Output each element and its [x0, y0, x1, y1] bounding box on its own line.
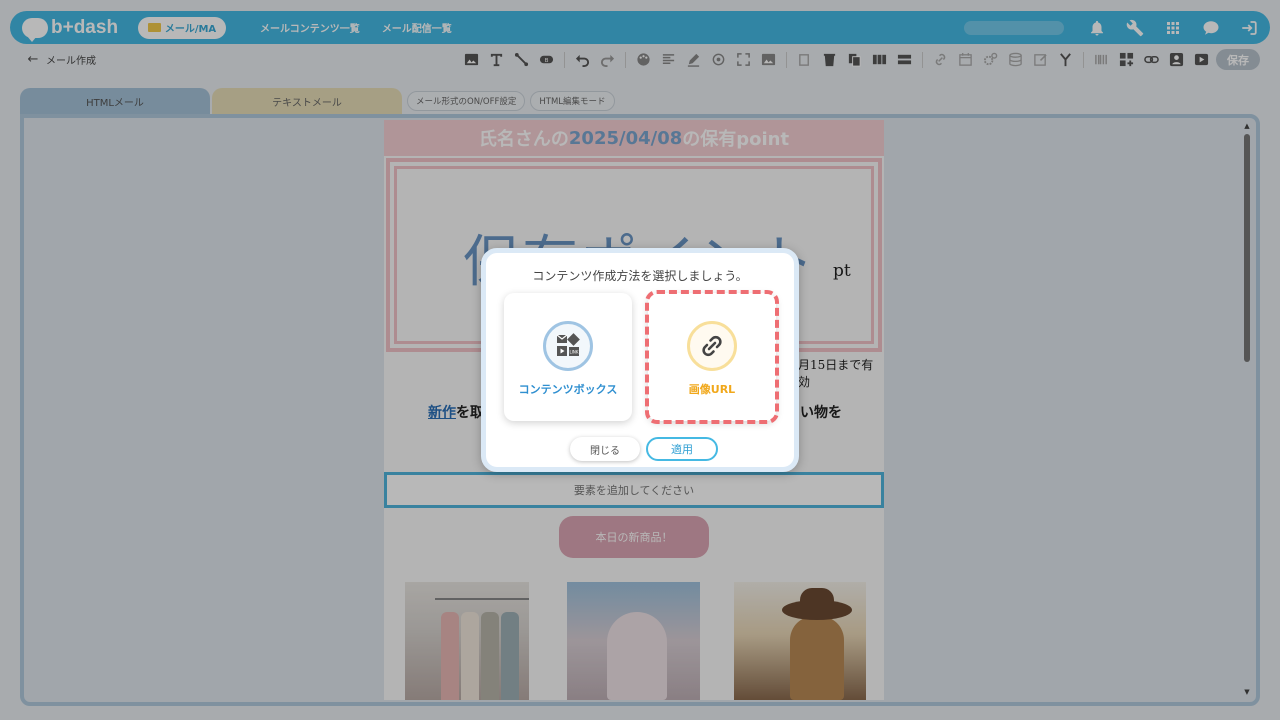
content-box-icon: LINK: [543, 321, 593, 371]
svg-text:LINK: LINK: [569, 350, 578, 355]
apply-button[interactable]: 適用: [646, 437, 718, 461]
content-method-dialog: コンテンツ作成方法を選択しましょう。 LINK コンテンツボックス 画像URL …: [481, 248, 799, 472]
content-box-option[interactable]: LINK コンテンツボックス: [504, 293, 632, 421]
close-button[interactable]: 閉じる: [570, 437, 640, 461]
app-root: b+dash メール/MA メールコンテンツ一覧 メール配信一覧 ← メール作成…: [0, 0, 1280, 720]
dialog-title: コンテンツ作成方法を選択しましょう。: [532, 269, 748, 283]
selection-highlight: [645, 290, 779, 424]
content-box-label: コンテンツボックス: [518, 383, 618, 396]
